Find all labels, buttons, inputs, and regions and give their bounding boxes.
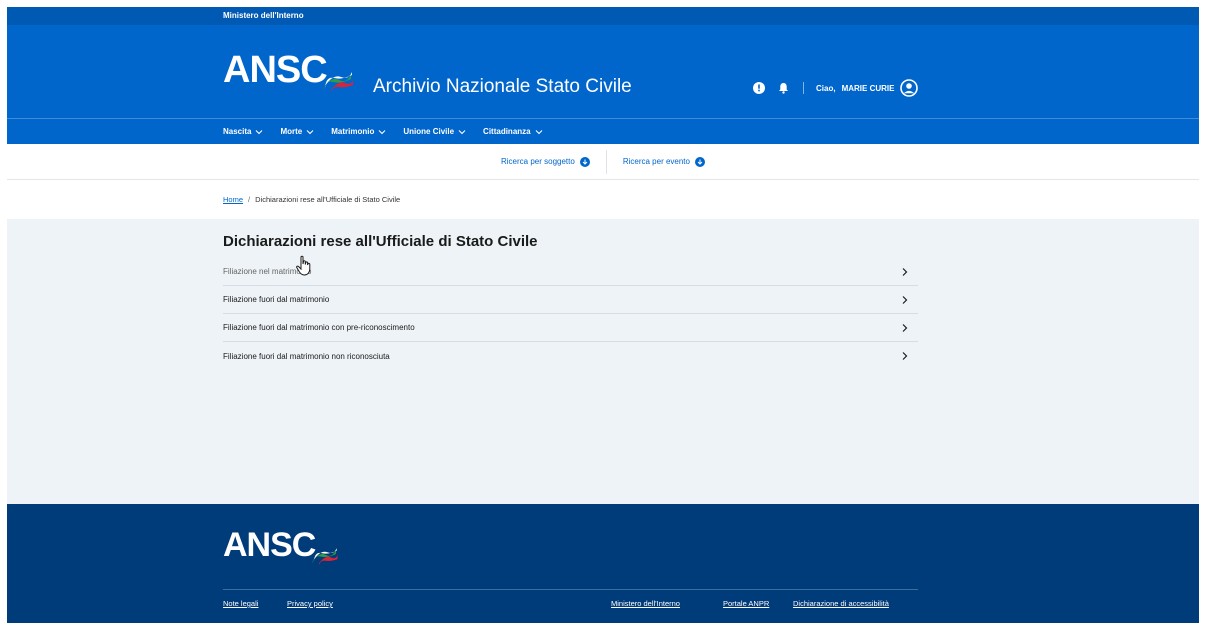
header-separator bbox=[803, 82, 804, 94]
search-by-subject-link[interactable]: Ricerca per soggetto bbox=[501, 156, 590, 167]
chevron-down-icon bbox=[535, 129, 542, 134]
info-icon[interactable] bbox=[751, 80, 767, 96]
chevron-right-icon bbox=[902, 267, 908, 276]
chevron-right-icon bbox=[902, 295, 908, 304]
footer-link-legal[interactable]: Note legali bbox=[223, 599, 258, 608]
chevron-down-icon bbox=[378, 129, 386, 134]
list-item[interactable]: Filiazione nel matrimonio bbox=[223, 258, 918, 286]
footer-link-accessibility[interactable]: Dichiarazione di accessibilità bbox=[793, 599, 889, 608]
list-item[interactable]: Filiazione fuori dal matrimonio con pre-… bbox=[223, 314, 918, 342]
list-item-label: Filiazione fuori dal matrimonio con pre-… bbox=[223, 323, 415, 332]
chevron-right-icon bbox=[902, 323, 908, 332]
nav-item-label: Matrimonio bbox=[331, 127, 375, 136]
user-greeting: Ciao, bbox=[816, 83, 836, 93]
bell-icon[interactable] bbox=[775, 80, 791, 96]
hand-pointer-cursor-icon bbox=[296, 255, 311, 276]
search-by-subject-label: Ricerca per soggetto bbox=[501, 157, 575, 166]
nav-item-matrimonio[interactable]: Matrimonio bbox=[331, 127, 386, 136]
browser-viewport: Ministero dell'Interno ANSC Archivio Naz… bbox=[7, 7, 1199, 623]
site-header: ANSC Archivio Nazionale Stato Civile Cia… bbox=[7, 25, 1199, 118]
list-item-label: Filiazione fuori dal matrimonio bbox=[223, 295, 330, 304]
chevron-right-icon bbox=[902, 352, 908, 360]
ministry-topbar: Ministero dell'Interno bbox=[7, 7, 1199, 25]
header-user-area: Ciao, MARIE CURIE bbox=[751, 79, 919, 97]
chevron-down-icon bbox=[306, 129, 314, 134]
list-item-label: Filiazione fuori dal matrimonio non rico… bbox=[223, 351, 390, 361]
nav-item-morte[interactable]: Morte bbox=[280, 127, 314, 136]
page-title: Dichiarazioni rese all'Ufficiale di Stat… bbox=[223, 233, 538, 250]
ansc-logo[interactable]: ANSC bbox=[223, 48, 353, 92]
search-by-event-label: Ricerca per evento bbox=[622, 157, 690, 166]
footer-logo-text: ANSC bbox=[223, 526, 316, 564]
nav-item-nascita[interactable]: Nascita bbox=[223, 127, 263, 136]
nav-item-label: Cittadinanza bbox=[483, 127, 531, 136]
search-mode-bar: Ricerca per soggetto Ricerca per evento bbox=[7, 144, 1199, 180]
breadcrumb-separator: / bbox=[248, 195, 251, 204]
site-title: Archivio Nazionale Stato Civile bbox=[373, 76, 632, 97]
list-item[interactable]: Filiazione fuori dal matrimonio bbox=[223, 286, 918, 314]
nav-item-label: Morte bbox=[280, 127, 303, 136]
breadcrumb-home-link[interactable]: Home bbox=[223, 195, 243, 204]
ministry-label[interactable]: Ministero dell'Interno bbox=[223, 11, 304, 20]
footer-link-anpr[interactable]: Portale ANPR bbox=[723, 599, 769, 608]
nav-item-label: Unione Civile bbox=[403, 127, 455, 136]
site-footer: ANSC Note legali Privacy policy Minister… bbox=[7, 504, 1199, 623]
search-by-event-link[interactable]: Ricerca per evento bbox=[622, 156, 705, 167]
list-item[interactable]: Filiazione fuori dal matrimonio non rico… bbox=[223, 342, 918, 370]
nav-item-unione-civile[interactable]: Unione Civile bbox=[403, 127, 466, 136]
main-navigation: Nascita Morte Matrimonio Unione Civile C… bbox=[7, 118, 1199, 144]
footer-link-privacy[interactable]: Privacy policy bbox=[287, 599, 333, 608]
breadcrumb-current: Dichiarazioni rese all'Ufficiale di Stat… bbox=[255, 195, 401, 204]
search-separator bbox=[605, 149, 607, 174]
logo-text: ANSC bbox=[223, 48, 328, 91]
italy-flag-logo-icon bbox=[312, 547, 338, 565]
chevron-down-icon bbox=[256, 129, 263, 134]
breadcrumb: Home / Dichiarazioni rese all'Ufficiale … bbox=[7, 180, 1199, 219]
arrow-down-circle-icon bbox=[694, 156, 705, 167]
italy-flag-logo-icon bbox=[322, 72, 353, 92]
main-content: Dichiarazioni rese all'Ufficiale di Stat… bbox=[7, 219, 1199, 504]
nav-item-cittadinanza[interactable]: Cittadinanza bbox=[483, 127, 543, 136]
user-circle-icon[interactable] bbox=[900, 79, 919, 97]
footer-ansc-logo[interactable]: ANSC bbox=[223, 526, 338, 565]
nav-item-label: Nascita bbox=[223, 127, 252, 136]
declaration-list: Filiazione nel matrimonio Filiazione fuo… bbox=[223, 258, 918, 370]
footer-link-ministry[interactable]: Ministero dell'Interno bbox=[611, 599, 680, 608]
user-name[interactable]: MARIE CURIE bbox=[842, 84, 895, 93]
chevron-down-icon bbox=[458, 129, 466, 134]
arrow-down-circle-icon bbox=[579, 156, 590, 167]
footer-divider bbox=[223, 589, 918, 590]
